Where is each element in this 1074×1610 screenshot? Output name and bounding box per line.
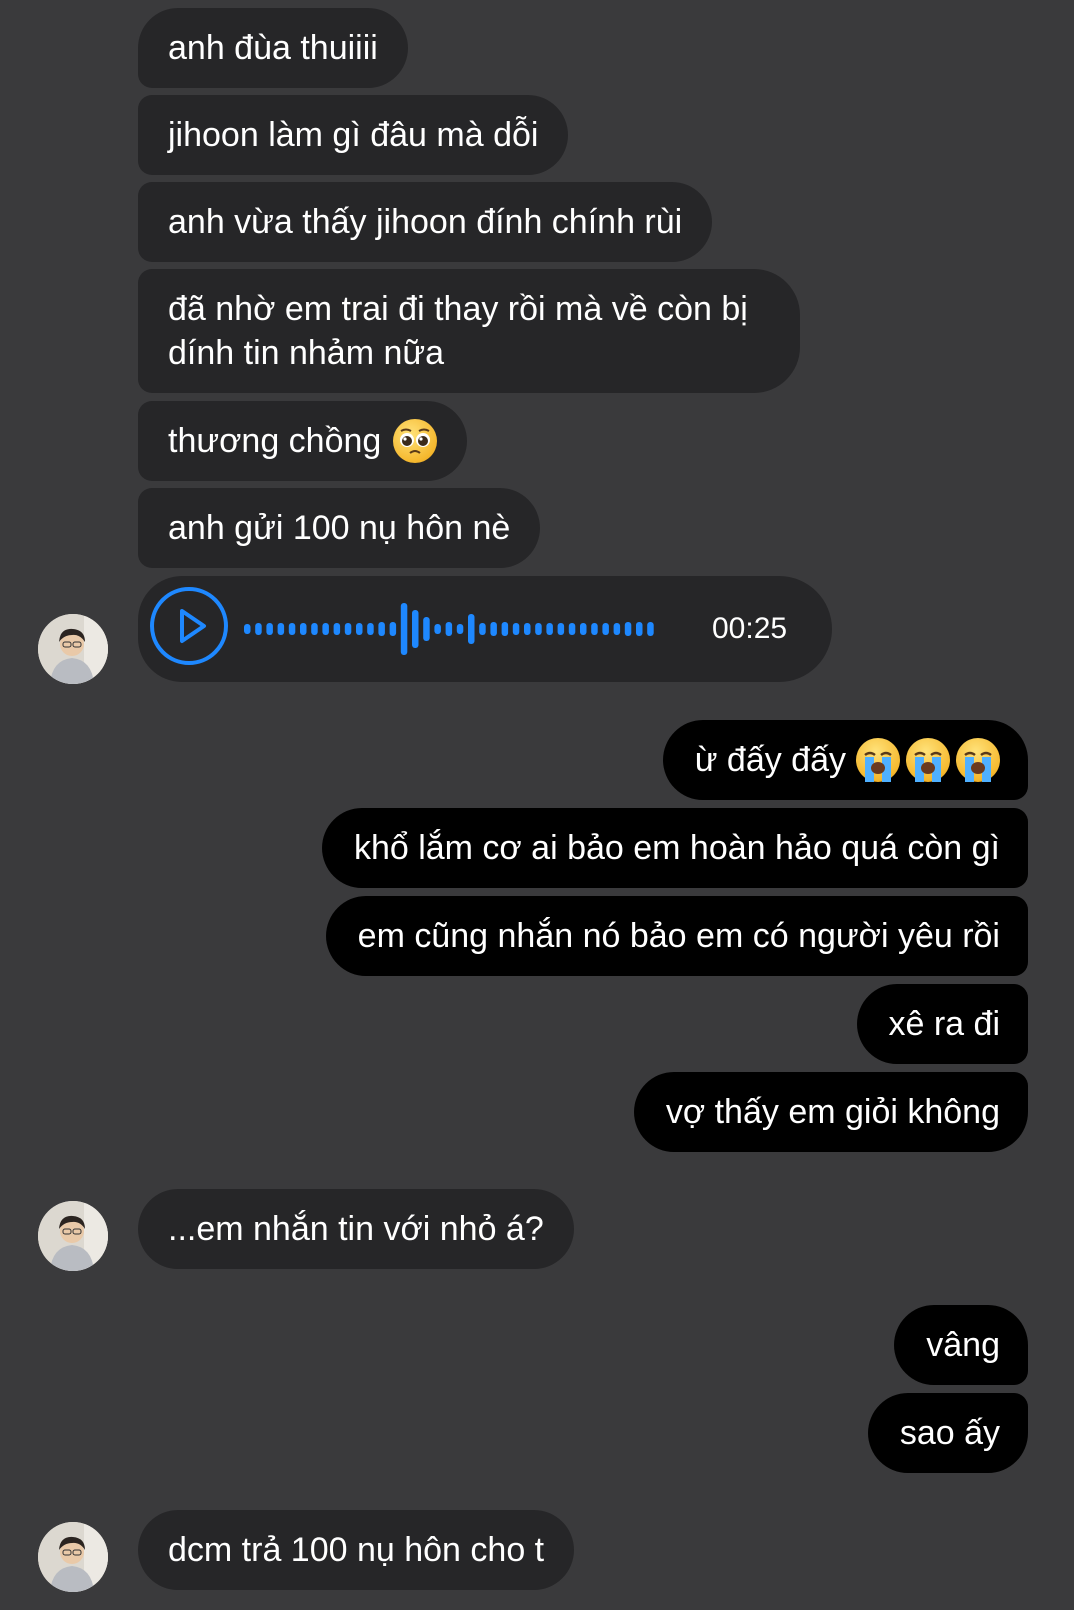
loudly-crying-face-emoji	[906, 738, 950, 782]
waveform-bar	[479, 623, 486, 635]
message-outgoing[interactable]: sao ấy	[867, 1393, 1028, 1473]
waveform-bar	[412, 610, 419, 648]
waveform-bar	[456, 624, 464, 634]
message-incoming[interactable]: ...em nhắn tin với nhỏ á?	[138, 1189, 574, 1269]
waveform[interactable]	[244, 596, 664, 662]
message-incoming[interactable]: anh gửi 100 nụ hôn nè	[138, 488, 541, 568]
message-text: xê ra đi	[888, 1005, 1001, 1043]
waveform-bar	[244, 624, 251, 634]
waveform-bar	[580, 623, 587, 635]
message-text: em cũng nhắn nó bảo em có người yêu rồi	[357, 917, 1000, 955]
waveform-bar	[636, 622, 643, 636]
avatar-image	[38, 1522, 108, 1592]
waveform-bar	[389, 622, 397, 636]
message-outgoing[interactable]: vợ thấy em giỏi không	[633, 1072, 1028, 1152]
waveform-bar	[266, 623, 273, 635]
message-incoming[interactable]: đã nhờ em trai đi thay rồi mà về còn bị …	[138, 269, 800, 393]
waveform-bar	[524, 623, 531, 635]
avatar-image	[38, 614, 108, 684]
message-text: sao ấy	[899, 1414, 1000, 1452]
message-text: anh vừa thấy jihoon đính chính rùi	[168, 203, 683, 241]
waveform-bar	[378, 622, 385, 636]
message-incoming[interactable]: anh vừa thấy jihoon đính chính rùi	[138, 182, 713, 262]
waveform-bar	[490, 622, 497, 636]
message-outgoing[interactable]: vâng	[894, 1305, 1028, 1385]
message-text: khổ lắm cơ ai bảo em hoàn hảo quá còn gì	[353, 829, 1000, 867]
contact-avatar[interactable]	[38, 1522, 108, 1592]
message-text: vợ thấy em giỏi không	[665, 1093, 1000, 1131]
message-text: anh gửi 100 nụ hôn nè	[168, 509, 511, 547]
waveform-bar	[277, 623, 285, 635]
message-incoming[interactable]: anh đùa thuiiii	[138, 8, 408, 88]
avatar-image	[38, 1201, 108, 1271]
play-icon	[180, 609, 206, 643]
waveform-bar	[344, 623, 352, 635]
message-incoming[interactable]: jihoon làm gì đâu mà dỗi	[138, 95, 569, 175]
message-text: vâng	[926, 1326, 1000, 1364]
message-text-line: đã nhờ em trai đi thay rồi mà về còn bị	[168, 290, 748, 328]
waveform-bar	[546, 623, 553, 635]
waveform-bar	[322, 623, 329, 635]
waveform-bar	[568, 623, 576, 635]
message-text: jihoon làm gì đâu mà dỗi	[168, 116, 539, 154]
waveform-bar	[613, 623, 621, 635]
voice-duration: 00:25	[712, 612, 788, 645]
waveform-bar	[591, 623, 598, 635]
waveform-bar	[367, 623, 374, 635]
message-text-line: dính tin nhảm nữa	[168, 334, 445, 372]
waveform-bar	[468, 614, 475, 644]
message-text: ...em nhắn tin với nhỏ á?	[168, 1210, 544, 1248]
waveform-bar	[624, 622, 632, 636]
waveform-bar	[535, 623, 542, 635]
pleading-face-emoji	[393, 419, 438, 463]
waveform-bar	[300, 623, 307, 635]
message-incoming[interactable]: dcm trả 100 nụ hôn cho t	[138, 1510, 575, 1590]
waveform-bar	[423, 617, 430, 641]
message-text: dcm trả 100 nụ hôn cho t	[168, 1531, 545, 1569]
loudly-crying-face-emoji	[956, 738, 1000, 782]
message-outgoing[interactable]: ừ đấy đấy	[662, 720, 1028, 800]
waveform-bar	[333, 623, 341, 635]
waveform-bar	[255, 623, 262, 635]
voice-message[interactable]: 00:25	[138, 576, 832, 682]
message-outgoing[interactable]: xê ra đi	[856, 984, 1028, 1064]
waveform-bar	[501, 622, 509, 636]
message-text: ừ đấy đấy	[694, 741, 846, 779]
waveform-bar	[647, 622, 654, 636]
waveform-bar	[602, 623, 609, 635]
loudly-crying-face-emoji	[856, 738, 900, 782]
contact-avatar[interactable]	[38, 614, 108, 684]
waveform-bar	[288, 623, 296, 635]
waveform-bar	[445, 622, 453, 636]
message-text: thương chồng	[168, 422, 382, 460]
message-text: anh đùa thuiiii	[168, 29, 378, 67]
message-outgoing[interactable]: em cũng nhắn nó bảo em có người yêu rồi	[325, 896, 1028, 976]
message-incoming[interactable]: thương chồng	[138, 401, 468, 481]
waveform-bar	[311, 623, 318, 635]
contact-avatar[interactable]	[38, 1201, 108, 1271]
waveform-bar	[400, 603, 408, 655]
waveform-bar	[512, 623, 520, 635]
play-button[interactable]	[150, 587, 228, 665]
waveform-bar	[356, 623, 363, 635]
waveform-bar	[434, 624, 441, 634]
waveform-bar	[557, 623, 565, 635]
message-outgoing[interactable]: khổ lắm cơ ai bảo em hoàn hảo quá còn gì	[321, 808, 1028, 888]
